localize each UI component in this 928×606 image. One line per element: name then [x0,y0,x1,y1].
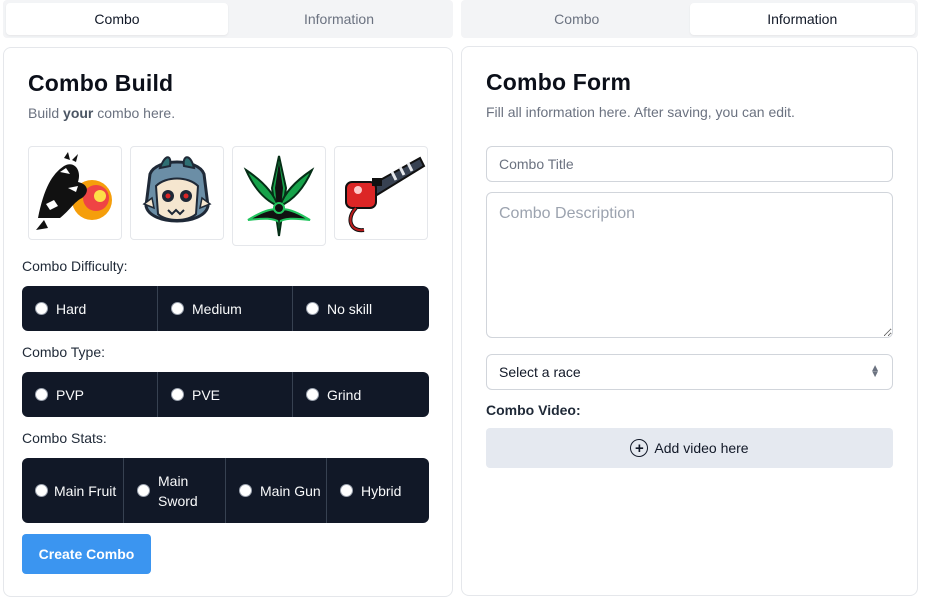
skull-beast-icon [142,156,212,223]
item-tile-skull[interactable] [130,146,224,240]
combo-build-title: Combo Build [28,70,174,96]
dark-sword-icon [243,155,315,237]
item-tile-dragon[interactable] [28,146,122,240]
difficulty-option-hard[interactable]: Hard [22,286,157,331]
radio-button[interactable] [340,484,353,497]
radio-button[interactable] [171,302,184,315]
stats-option-main-fruit[interactable]: Main Fruit [22,458,123,523]
item-tile-sword[interactable] [232,146,326,246]
item-tiles [28,146,428,246]
race-select[interactable]: Select a race ▲ ▼ [486,354,893,390]
radio-button[interactable] [306,388,319,401]
type-option-pve[interactable]: PVE [157,372,292,417]
difficulty-option-no-skill[interactable]: No skill [292,286,429,331]
item-tile-bazooka[interactable] [334,146,428,240]
combo-form-subtitle: Fill all information here. After saving,… [486,104,795,120]
combo-form-title: Combo Form [486,69,632,95]
radio-button[interactable] [35,388,48,401]
chevron-up-down-icon: ▲ ▼ [870,363,880,380]
type-label: Combo Type: [22,344,106,360]
radio-button[interactable] [239,484,252,497]
dragon-fruit-icon [36,152,112,230]
combo-build-subtitle: Build your combo here. [28,105,176,121]
create-combo-button[interactable]: Create Combo [22,534,151,574]
radio-button[interactable] [35,302,48,315]
tab-combo[interactable]: Combo [6,3,228,35]
type-radio-group: PVP PVE Grind [22,372,429,417]
combo-build-card: Combo Build Build your combo here. Combo… [3,47,453,597]
add-video-button[interactable]: + Add video here [486,428,893,468]
add-video-label: Add video here [654,440,749,456]
radio-button[interactable] [306,302,319,315]
difficulty-option-medium[interactable]: Medium [157,286,292,331]
type-option-pvp[interactable]: PVP [22,372,157,417]
left-tab-bar: Combo Information [3,0,453,38]
stats-label: Combo Stats: [22,430,107,446]
combo-form-card: Combo Form Fill all information here. Af… [461,46,918,596]
race-select-value: Select a race [499,364,581,380]
difficulty-radio-group: Hard Medium No skill [22,286,429,331]
tab-information[interactable]: Information [228,3,450,35]
stats-option-main-sword[interactable]: Main Sword [123,458,225,523]
bazooka-gun-icon [345,156,426,233]
difficulty-label: Combo Difficulty: [22,258,128,274]
stats-radio-group: Main Fruit Main Sword Main Gun Hybrid [22,458,429,523]
tab-combo[interactable]: Combo [464,3,690,35]
combo-description-textarea[interactable] [486,192,893,338]
tab-information[interactable]: Information [689,3,915,35]
combo-title-input[interactable] [486,146,893,182]
radio-button[interactable] [171,388,184,401]
stats-option-hybrid[interactable]: Hybrid [326,458,429,523]
type-option-grind[interactable]: Grind [292,372,429,417]
radio-button[interactable] [35,484,48,497]
right-tab-bar: Combo Information [461,0,918,38]
plus-circle-icon: + [630,439,649,457]
radio-button[interactable] [137,484,150,497]
stats-option-main-gun[interactable]: Main Gun [225,458,326,523]
combo-video-label: Combo Video: [486,402,581,418]
